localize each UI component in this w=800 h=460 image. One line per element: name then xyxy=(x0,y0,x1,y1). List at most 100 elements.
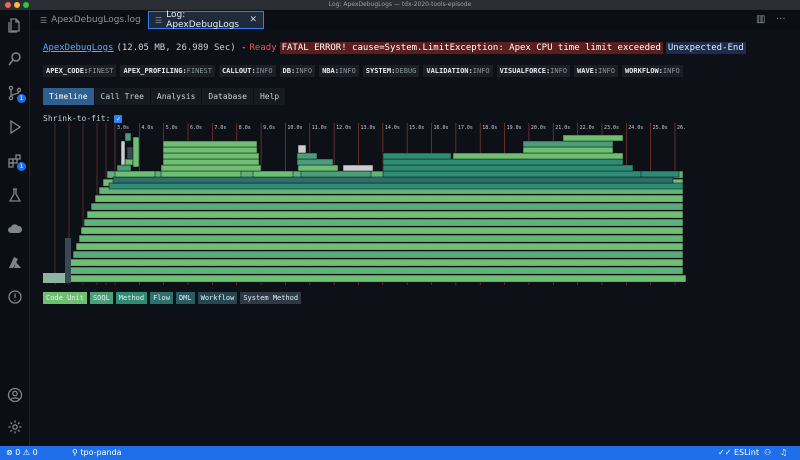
timeline-flame-chart[interactable]: 3.0s 4.0s 5.0s 6.0s 7.0s 8.0s 9.0s 10.0s 11.0s 12… xyxy=(43,123,686,287)
end-state-badge: Unexpected-End xyxy=(665,42,746,54)
org-name: tpo-panda xyxy=(80,448,122,457)
tab-timeline[interactable]: Timeline xyxy=(43,88,95,105)
more-actions-icon[interactable]: ··· xyxy=(776,14,786,25)
timeline-bar xyxy=(65,238,71,283)
warning-icon: ⚠ xyxy=(22,448,31,457)
timeline-tick-label: 3.0s xyxy=(117,125,129,131)
timeline-legend: Code Unit SOQL Method Flow DML Workflow System… xyxy=(43,292,302,304)
timeline-bar xyxy=(452,152,624,160)
debug-level-value: FINEST xyxy=(186,67,212,75)
error-count: 0 xyxy=(15,448,21,457)
timeline-tick-label: 4.0s xyxy=(141,125,153,131)
fatal-error-badge: FATAL ERROR! cause=System.LimitException… xyxy=(279,42,663,54)
testing-flask-icon[interactable] xyxy=(6,186,24,204)
debug-level-key: WORKFLOW: xyxy=(624,67,663,75)
run-debug-icon[interactable] xyxy=(6,118,24,136)
timeline-bar xyxy=(162,152,260,160)
debug-level-value: FINEST xyxy=(88,67,114,75)
timeline-tick-label: 5.0s xyxy=(166,125,178,131)
legend-item: Flow xyxy=(150,292,173,304)
debug-level-key: APEX_CODE: xyxy=(46,67,89,75)
debug-level-chip: SYSTEM:DEBUG xyxy=(362,65,420,77)
split-editor-icon[interactable]: ▥ xyxy=(756,14,765,25)
legend-item: Workflow xyxy=(197,292,238,304)
timeline-bar xyxy=(124,132,132,142)
close-tab-icon[interactable]: ✕ xyxy=(249,15,257,25)
info-alert-icon[interactable] xyxy=(6,288,24,306)
debug-level-value: INFO xyxy=(472,67,490,75)
warning-count: 0 xyxy=(32,448,38,457)
tab-call-tree[interactable]: Call Tree xyxy=(94,88,151,105)
source-control-icon[interactable]: 1 xyxy=(6,84,26,103)
org-icon: ⚲ xyxy=(72,448,78,457)
log-viewer-panel: ApexDebugLogs (12.05 MB, 26.989 Sec) - R… xyxy=(30,30,800,446)
debug-level-chip: WORKFLOW:INFO xyxy=(621,65,683,77)
tab-apexdebuglogs-log[interactable]: ☰ ApexDebugLogs.log xyxy=(34,11,146,29)
search-icon[interactable] xyxy=(6,50,24,68)
debug-level-value: DEBUG xyxy=(395,67,417,75)
account-icon[interactable] xyxy=(6,386,24,404)
file-lines-icon: ☰ xyxy=(40,15,48,25)
live-share-icon[interactable]: ⚇ xyxy=(764,446,771,460)
problems-indicator[interactable]: ⊗ 0 ⚠ 0 xyxy=(6,446,38,460)
extensions-icon[interactable]: 1 xyxy=(6,152,26,171)
window-title: Log: ApexDebugLogs — tdx-2020-tools-epis… xyxy=(328,1,472,8)
timeline-bar xyxy=(296,158,334,166)
timeline-bar xyxy=(108,182,684,190)
debug-level-value: INFO xyxy=(598,67,615,75)
azure-icon[interactable] xyxy=(6,254,24,272)
timeline-tick-label: 8.0s xyxy=(239,125,251,131)
timeline-bar xyxy=(162,158,260,166)
timeline-bar xyxy=(382,152,452,160)
log-name-link[interactable]: ApexDebugLogs xyxy=(43,43,113,53)
debug-level-value: INFO xyxy=(662,67,680,75)
timeline-tick-label: 17.0s xyxy=(458,125,473,131)
timeline-tick-label: 14.0s xyxy=(385,125,400,131)
debug-level-key: DB: xyxy=(282,67,296,75)
explorer-icon[interactable] xyxy=(6,16,24,34)
legend-item: System Method xyxy=(240,292,302,304)
log-meta: (12.05 MB, 26.989 Sec) - xyxy=(116,43,247,53)
debug-level-key: WAVE: xyxy=(577,67,599,75)
debug-level-key: APEX_PROFILING: xyxy=(123,67,187,75)
timeline-bar xyxy=(83,218,684,227)
tab-help[interactable]: Help xyxy=(253,88,287,105)
timeline-bar xyxy=(78,234,684,243)
timeline-tick-label: 6.0s xyxy=(190,125,202,131)
timeline-tick-label: 24.0s xyxy=(628,125,643,131)
timeline-tick-label: 25.0s xyxy=(653,125,668,131)
tab-label: ApexDebugLogs.log xyxy=(51,15,141,25)
timeline-bar xyxy=(112,176,674,184)
debug-level-chip: CALLOUT:INFO xyxy=(218,65,276,77)
timeline-bar xyxy=(72,250,684,259)
shrink-to-fit-label: Shrink-to-fit: xyxy=(43,114,111,123)
tab-analysis[interactable]: Analysis xyxy=(150,88,203,105)
org-indicator[interactable]: ⚲ tpo-panda xyxy=(72,446,122,460)
check-icon: ✓✓ xyxy=(718,448,732,457)
tab-database[interactable]: Database xyxy=(202,88,254,105)
salesforce-cloud-icon[interactable] xyxy=(6,220,24,238)
tab-log-viewer[interactable]: ☰ Log: ApexDebugLogs ✕ xyxy=(148,10,264,30)
settings-gear-icon[interactable] xyxy=(6,418,24,436)
file-lines-icon: ☰ xyxy=(155,15,163,25)
timeline-bar xyxy=(80,226,684,235)
timeline-bar xyxy=(114,170,156,178)
timeline-bar xyxy=(94,194,684,203)
tab-label: Log: ApexDebugLogs xyxy=(166,10,240,30)
timeline-tick-label: 18.0s xyxy=(482,125,497,131)
timeline-bar xyxy=(252,170,294,178)
debug-level-chip: NBA:INFO xyxy=(319,65,359,77)
timeline-tick-label: 13.0s xyxy=(360,125,375,131)
debug-level-key: CALLOUT: xyxy=(221,67,256,75)
scm-badge: 1 xyxy=(17,94,26,103)
editor-tab-bar: ☰ ApexDebugLogs.log ☰ Log: ApexDebugLogs… xyxy=(30,10,800,30)
notifications-bell-icon[interactable]: ♫ xyxy=(780,446,787,460)
debug-level-chip: DB:INFO xyxy=(279,65,316,77)
shrink-to-fit-checkbox[interactable]: ✓ xyxy=(114,114,123,123)
timeline-bar xyxy=(300,170,372,178)
timeline-bar xyxy=(342,164,374,172)
timeline-bar xyxy=(296,152,318,160)
eslint-indicator[interactable]: ✓✓ ESLint xyxy=(718,446,759,460)
eslint-label: ESLint xyxy=(733,448,759,457)
timeline-bar xyxy=(126,146,134,160)
